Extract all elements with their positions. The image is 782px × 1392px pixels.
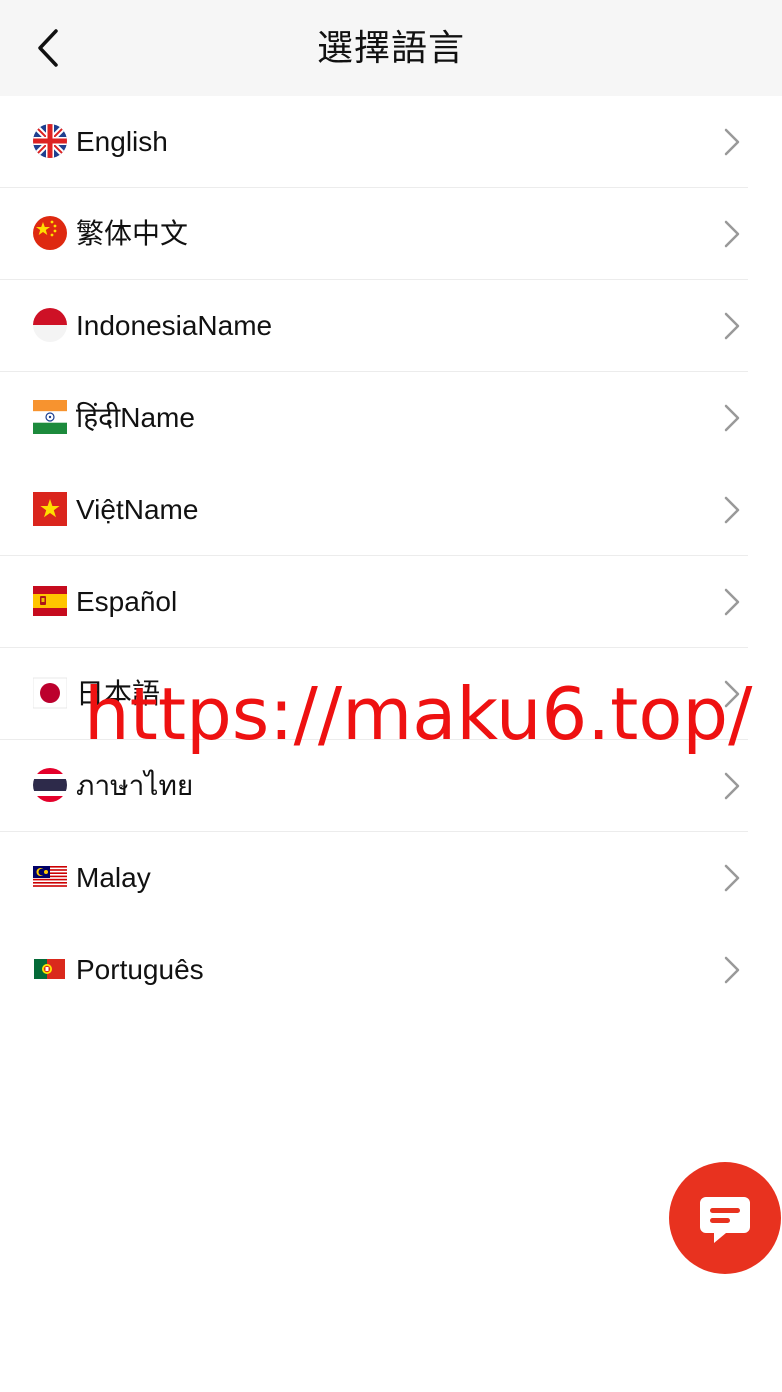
language-item-vietnamese[interactable]: ViệtName	[0, 464, 782, 556]
india-flag-icon	[33, 400, 67, 434]
language-label: 日本語	[76, 678, 161, 709]
page-title: 選擇語言	[316, 27, 465, 68]
language-item-malay[interactable]: Malay	[0, 832, 782, 924]
chat-support-button[interactable]	[669, 1162, 781, 1274]
language-label: IndonesiaName	[76, 310, 273, 341]
language-label: Malay	[76, 862, 151, 893]
japan-flag-icon	[33, 676, 67, 710]
malaysia-flag-icon	[33, 860, 67, 894]
chevron-right-icon	[724, 956, 740, 984]
language-item-spanish[interactable]: Español	[0, 556, 782, 648]
language-item-japanese[interactable]: 日本語	[0, 648, 782, 740]
chevron-right-icon	[724, 404, 740, 432]
language-item-thai[interactable]: ภาษาไทย	[0, 740, 782, 832]
china-flag-icon	[33, 216, 67, 250]
language-item-hindi[interactable]: हिंदीName	[0, 372, 782, 464]
chevron-right-icon	[724, 680, 740, 708]
chevron-right-icon	[724, 864, 740, 892]
language-label: Português	[76, 954, 204, 985]
portugal-flag-icon	[33, 952, 67, 986]
language-label: ViệtName	[76, 494, 199, 525]
uk-flag-icon	[33, 124, 67, 158]
language-label: ภาษาไทย	[76, 770, 194, 801]
vietnam-flag-icon	[33, 492, 67, 526]
language-label: English	[76, 126, 168, 157]
language-label: 繁体中文	[76, 218, 189, 249]
top-bar: 選擇語言	[0, 0, 782, 96]
indonesia-flag-icon	[33, 308, 67, 342]
spain-flag-icon	[33, 584, 67, 618]
chevron-right-icon	[724, 220, 740, 248]
language-item-traditional-chinese[interactable]: 繁体中文	[0, 188, 782, 280]
chevron-right-icon	[724, 772, 740, 800]
language-item-english[interactable]: English	[0, 96, 782, 188]
language-item-indonesia[interactable]: IndonesiaName	[0, 280, 782, 372]
chevron-right-icon	[724, 128, 740, 156]
chat-bubble-icon	[700, 1197, 750, 1243]
chevron-right-icon	[724, 588, 740, 616]
language-label: हिंदीName	[76, 402, 195, 433]
thailand-flag-icon	[33, 768, 67, 802]
language-list: English 繁体中文 IndonesiaName हिंदीName Việ…	[0, 96, 782, 1016]
chevron-right-icon	[724, 496, 740, 524]
language-item-portuguese[interactable]: Português	[0, 924, 782, 1016]
chevron-right-icon	[724, 312, 740, 340]
language-label: Español	[76, 586, 178, 617]
